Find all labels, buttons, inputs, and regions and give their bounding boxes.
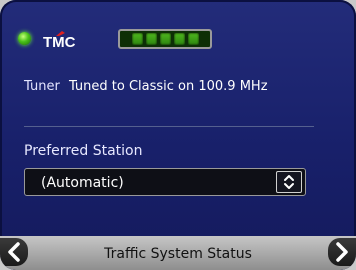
- tmc-status-row: TMC: [18, 28, 218, 52]
- signal-bar: [173, 33, 185, 45]
- tuner-status: Tuner Tuned to Classic on 100.9 MHz: [24, 79, 268, 94]
- chevron-right-icon: [336, 242, 348, 262]
- preferred-station-value: (Automatic): [41, 175, 124, 191]
- signal-bar: [187, 33, 199, 45]
- tmc-status-led-icon: [18, 32, 31, 45]
- tuner-label: Tuner: [24, 79, 60, 94]
- up-down-chevron-icon: [284, 175, 294, 189]
- signal-bar: [145, 33, 157, 45]
- screen-title: Traffic System Status: [104, 246, 252, 262]
- chevron-left-icon: [8, 242, 20, 262]
- preferred-station-dropdown[interactable]: (Automatic): [24, 168, 306, 196]
- preferred-station-label: Preferred Station: [24, 143, 143, 159]
- dropdown-toggle[interactable]: [276, 171, 302, 193]
- previous-screen-button[interactable]: [0, 238, 28, 266]
- bottom-nav-bar: Traffic System Status: [0, 236, 356, 270]
- traffic-status-panel: TMC Tuner Tuned to Classic on 100.9 MHz …: [0, 0, 356, 270]
- svg-text:TMC: TMC: [43, 34, 76, 50]
- tmc-logo: TMC: [43, 31, 76, 50]
- divider: [24, 126, 314, 127]
- signal-bar: [159, 33, 171, 45]
- next-screen-button[interactable]: [328, 238, 356, 266]
- signal-bar: [131, 33, 143, 45]
- signal-strength-meter: [118, 29, 212, 49]
- tuner-value: Tuned to Classic on 100.9 MHz: [68, 79, 268, 94]
